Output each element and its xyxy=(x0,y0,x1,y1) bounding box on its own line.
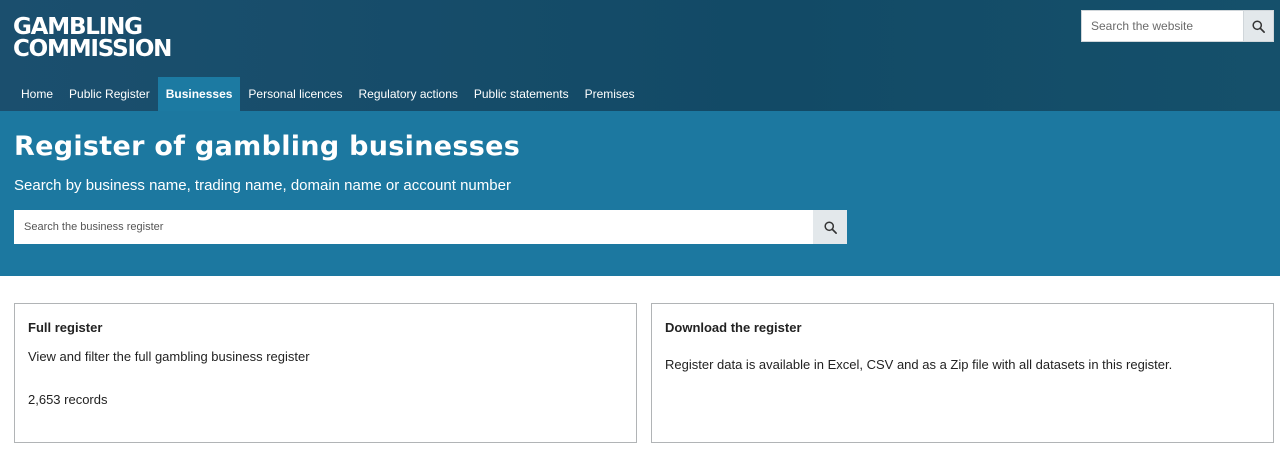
card-description: View and filter the full gambling busine… xyxy=(28,349,310,364)
nav-personal-licences[interactable]: Personal licences xyxy=(240,77,350,111)
register-search-button[interactable] xyxy=(813,210,847,244)
nav-businesses[interactable]: Businesses xyxy=(157,77,241,111)
register-search xyxy=(14,210,847,244)
nav-public-register[interactable]: Public Register xyxy=(61,77,158,111)
download-register-card[interactable]: Download the register Register data is a… xyxy=(651,303,1274,443)
nav-premises[interactable]: Premises xyxy=(577,77,643,111)
register-search-input[interactable] xyxy=(14,210,813,244)
hero-section: Register of gambling businesses Search b… xyxy=(0,111,1280,276)
card-description: Register data is available in Excel, CSV… xyxy=(665,357,1173,372)
card-title[interactable]: Download the register xyxy=(665,320,1260,335)
register-cards: Full register View and filter the full g… xyxy=(14,303,1274,443)
nav-regulatory-actions[interactable]: Regulatory actions xyxy=(350,77,465,111)
main-nav: Home Public Register Businesses Personal… xyxy=(13,77,643,111)
nav-home[interactable]: Home xyxy=(13,77,61,111)
record-count: 2,653 records xyxy=(28,392,108,407)
page-subtitle: Search by business name, trading name, d… xyxy=(14,177,511,194)
search-icon xyxy=(823,220,837,234)
full-register-card[interactable]: Full register View and filter the full g… xyxy=(14,303,637,443)
site-search-input[interactable] xyxy=(1082,11,1243,41)
nav-public-statements[interactable]: Public statements xyxy=(466,77,577,111)
page-title: Register of gambling businesses xyxy=(14,131,521,162)
logo-line-2: COMMISSION xyxy=(13,36,172,62)
site-header: GAMBLING COMMISSION Home Public Register… xyxy=(0,0,1280,111)
site-search xyxy=(1081,10,1274,42)
logo-line-1: GAMBLING xyxy=(13,14,143,40)
gambling-commission-logo[interactable]: GAMBLING COMMISSION xyxy=(13,14,172,62)
site-search-button[interactable] xyxy=(1243,11,1273,41)
card-title[interactable]: Full register xyxy=(28,320,623,335)
search-icon xyxy=(1252,19,1265,33)
